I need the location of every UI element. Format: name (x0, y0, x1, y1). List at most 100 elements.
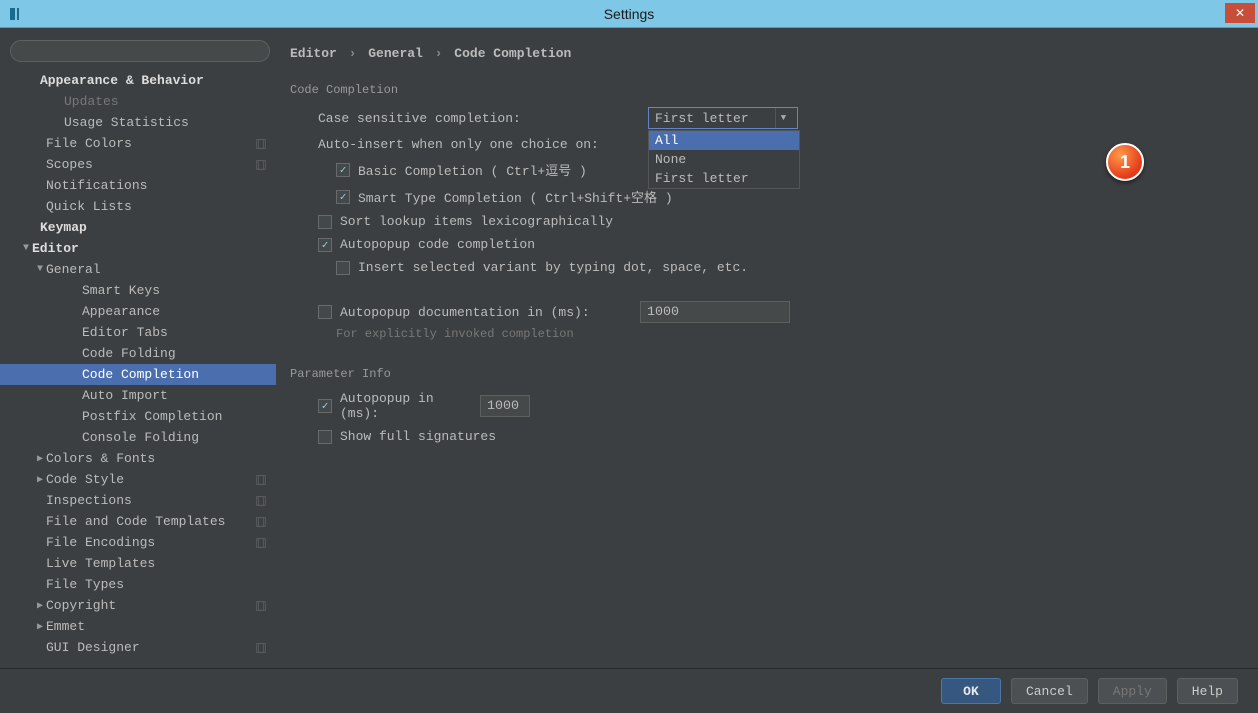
tree-arrow-icon: ▶ (34, 453, 46, 465)
case-sensitive-select[interactable]: First letter ▼ All None First letter (648, 107, 798, 129)
hint-invoked: For explicitly invoked completion (290, 327, 1238, 341)
checkbox-autopopup-code[interactable] (318, 238, 332, 252)
ok-button[interactable]: OK (941, 678, 1001, 704)
breadcrumb-general[interactable]: General (368, 46, 423, 61)
settings-tree[interactable]: ▶Appearance & Behavior▶Updates▶Usage Sta… (0, 70, 280, 668)
sidebar-item-live-templates[interactable]: ▶Live Templates (0, 553, 276, 574)
sidebar-item-label: Live Templates (46, 556, 268, 571)
tree-arrow-icon: ▼ (34, 264, 46, 275)
sidebar-item-code-style[interactable]: ▶Code Style (0, 469, 276, 490)
sidebar-item-label: General (46, 262, 268, 277)
sidebar-item-postfix-completion[interactable]: ▶Postfix Completion (0, 406, 276, 427)
project-scope-icon (254, 641, 268, 655)
sidebar-item-file-colors[interactable]: ▶File Colors (0, 133, 276, 154)
breadcrumb-editor[interactable]: Editor (290, 46, 337, 61)
sidebar-item-appearance-behavior[interactable]: ▶Appearance & Behavior (0, 70, 276, 91)
case-sensitive-dropdown: All None First letter (648, 130, 800, 189)
sidebar-item-emmet[interactable]: ▶Emmet (0, 616, 276, 637)
window-title: Settings (604, 6, 655, 22)
sidebar-item-label: Colors & Fonts (46, 451, 268, 466)
checkbox-smart-completion[interactable] (336, 190, 350, 204)
sidebar-item-label: Scopes (46, 157, 250, 172)
project-scope-icon (254, 494, 268, 508)
sidebar-item-label: File Encodings (46, 535, 250, 550)
project-scope-icon (254, 158, 268, 172)
cancel-button[interactable]: Cancel (1011, 678, 1088, 704)
breadcrumb-sep-icon: › (431, 46, 447, 61)
label-autopopup-doc: Autopopup documentation in (ms): (340, 305, 640, 320)
sidebar-item-inspections[interactable]: ▶Inspections (0, 490, 276, 511)
breadcrumb-sep-icon: › (345, 46, 361, 61)
checkbox-autopopup-in[interactable] (318, 399, 332, 413)
autopopup-doc-input[interactable] (640, 301, 790, 323)
section-code-completion: Code Completion (290, 83, 1238, 97)
search-input[interactable] (10, 40, 270, 62)
sidebar-item-label: Editor (32, 241, 268, 256)
chevron-down-icon: ▼ (775, 108, 791, 128)
tree-arrow-icon: ▶ (34, 474, 46, 486)
sidebar-item-quick-lists[interactable]: ▶Quick Lists (0, 196, 276, 217)
sidebar-item-updates[interactable]: ▶Updates (0, 91, 276, 112)
sidebar-item-general[interactable]: ▼General (0, 259, 276, 280)
dropdown-option-all[interactable]: All (649, 131, 799, 150)
checkbox-autopopup-doc[interactable] (318, 305, 332, 319)
checkbox-insert-dot[interactable] (336, 261, 350, 275)
dropdown-option-none[interactable]: None (649, 150, 799, 169)
sidebar-item-editor-tabs[interactable]: ▶Editor Tabs (0, 322, 276, 343)
project-scope-icon (254, 137, 268, 151)
sidebar-item-label: Console Folding (82, 430, 268, 445)
sidebar-item-code-completion[interactable]: ▶Code Completion (0, 364, 276, 385)
sidebar-item-smart-keys[interactable]: ▶Smart Keys (0, 280, 276, 301)
sidebar-item-label: Emmet (46, 619, 268, 634)
app-icon (8, 6, 24, 22)
sidebar-item-label: Inspections (46, 493, 250, 508)
titlebar: Settings ✕ (0, 0, 1258, 28)
sidebar-item-label: Code Style (46, 472, 250, 487)
sidebar-item-label: Updates (64, 94, 268, 109)
close-icon: ✕ (1235, 6, 1245, 20)
sidebar-item-keymap[interactable]: ▶Keymap (0, 217, 276, 238)
sidebar-item-label: Code Completion (82, 367, 268, 382)
checkbox-sort-lex[interactable] (318, 215, 332, 229)
sidebar-item-scopes[interactable]: ▶Scopes (0, 154, 276, 175)
dropdown-option-first-letter[interactable]: First letter (649, 169, 799, 188)
sidebar-item-code-folding[interactable]: ▶Code Folding (0, 343, 276, 364)
help-button[interactable]: Help (1177, 678, 1238, 704)
label-case-sensitive: Case sensitive completion: (318, 111, 648, 126)
project-scope-icon (254, 473, 268, 487)
sidebar-item-label: Appearance (82, 304, 268, 319)
sidebar-item-file-types[interactable]: ▶File Types (0, 574, 276, 595)
sidebar-item-appearance[interactable]: ▶Appearance (0, 301, 276, 322)
sidebar-item-label: Appearance & Behavior (40, 73, 268, 88)
sidebar-item-notifications[interactable]: ▶Notifications (0, 175, 276, 196)
button-bar: OK Cancel Apply Help (0, 668, 1258, 713)
sidebar-item-usage-statistics[interactable]: ▶Usage Statistics (0, 112, 276, 133)
close-button[interactable]: ✕ (1225, 3, 1255, 23)
apply-button[interactable]: Apply (1098, 678, 1167, 704)
project-scope-icon (254, 515, 268, 529)
sidebar-item-auto-import[interactable]: ▶Auto Import (0, 385, 276, 406)
sidebar-item-label: Notifications (46, 178, 268, 193)
checkbox-show-full[interactable] (318, 430, 332, 444)
sidebar-item-file-and-code-templates[interactable]: ▶File and Code Templates (0, 511, 276, 532)
label-insert-dot: Insert selected variant by typing dot, s… (358, 260, 748, 275)
label-show-full: Show full signatures (340, 429, 496, 444)
sidebar-item-label: File and Code Templates (46, 514, 250, 529)
sidebar-item-label: File Colors (46, 136, 250, 151)
sidebar-item-label: Smart Keys (82, 283, 268, 298)
project-scope-icon (254, 536, 268, 550)
sidebar-item-label: Code Folding (82, 346, 268, 361)
tree-arrow-icon: ▶ (34, 621, 46, 633)
sidebar-item-file-encodings[interactable]: ▶File Encodings (0, 532, 276, 553)
sidebar-item-editor[interactable]: ▼Editor (0, 238, 276, 259)
checkbox-basic-completion[interactable] (336, 163, 350, 177)
breadcrumb: Editor › General › Code Completion (290, 46, 1238, 61)
sidebar-item-gui-designer[interactable]: ▶GUI Designer (0, 637, 276, 658)
tree-arrow-icon: ▶ (34, 600, 46, 612)
autopopup-in-input[interactable] (480, 395, 530, 417)
project-scope-icon (254, 599, 268, 613)
sidebar-item-copyright[interactable]: ▶Copyright (0, 595, 276, 616)
sidebar-item-console-folding[interactable]: ▶Console Folding (0, 427, 276, 448)
sidebar-item-colors-fonts[interactable]: ▶Colors & Fonts (0, 448, 276, 469)
sidebar: 🔍 ▶Appearance & Behavior▶Updates▶Usage S… (0, 28, 280, 668)
